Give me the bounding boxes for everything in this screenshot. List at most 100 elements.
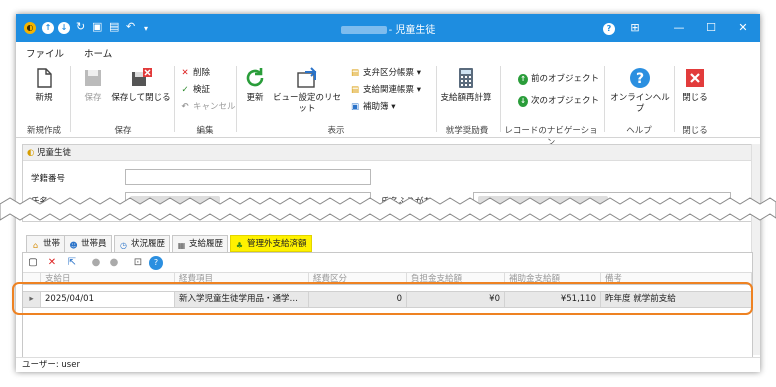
tab-household[interactable]: ⌂ 世帯 (26, 235, 66, 252)
torn-break-divider (0, 197, 776, 221)
cancel-button[interactable]: ↶ キャンセル (180, 102, 236, 113)
refresh-label: 更新 (246, 93, 264, 103)
group-separator (70, 66, 71, 132)
help-circle-icon: ? (630, 68, 650, 88)
close-ribbon-button[interactable]: 閉じる (680, 66, 710, 104)
refresh-button[interactable]: 更新 (242, 66, 268, 104)
people-icon: ☻ (69, 241, 78, 250)
grid-search-icon[interactable]: ⊡ (131, 256, 145, 270)
close-ribbon-label: 閉じる (682, 93, 708, 103)
panel-header: ◐ 児童生徒 (23, 145, 752, 161)
home-icon: ⌂ (32, 241, 39, 250)
ledger-icon: ▦ (177, 241, 186, 250)
help-icon: ? (603, 23, 615, 35)
save-button[interactable]: 保存 (80, 66, 106, 104)
status-user: ユーザー: user (22, 360, 80, 370)
next-object-button[interactable]: ↓ 次のオブジェクト (518, 96, 599, 107)
prev-arrow-icon: ↑ (518, 74, 528, 85)
payment-category-form-button[interactable]: ▤ 支弁区分帳票 ▾ (350, 68, 421, 79)
verify-button[interactable]: ✓ 検証 (180, 85, 210, 96)
next-arrow-icon: ↓ (518, 96, 528, 107)
group-separator (436, 66, 437, 132)
delete-button[interactable]: ✕ 削除 (180, 68, 210, 79)
pin-button[interactable]: ⊞ (620, 14, 650, 42)
new-button[interactable]: 新規 (30, 66, 58, 104)
save-close-label: 保存して閉じる (111, 93, 171, 103)
save-icon (85, 70, 101, 86)
ribbon: 新規 保存 保存して閉じる ✕ 削除 ✓ 検証 ↶ キャンセル 更新 ビュー設定のリセ… (16, 60, 760, 148)
cancel-arrow-icon: ↶ (181, 102, 189, 112)
grid-up-icon[interactable]: ● (89, 256, 103, 270)
next-object-label: 次のオブジェクト (531, 96, 600, 106)
group-close-label: 閉じる (682, 126, 708, 136)
recalc-amount-button[interactable]: 支給額再計算 (438, 66, 494, 104)
grid-link-icon[interactable]: ⇱ (65, 256, 79, 270)
group-help-label: ヘルプ (626, 126, 652, 136)
group-separator (604, 66, 605, 132)
student-number-field[interactable] (125, 169, 371, 185)
title-bar: ◐ ↑ ↓ ↻ ▣ ▤ ↶ ▾ - 児童生徒 ? ⊞ — ☐ ✕ (16, 14, 760, 42)
menu-bar: ファイル ホーム (16, 42, 760, 63)
book-icon: ▣ (350, 102, 360, 112)
save-label: 保存 (84, 93, 102, 103)
group-create-label: 新規作成 (26, 126, 61, 136)
title-redacted (340, 26, 387, 34)
supplement-book-label: 補助簿 (363, 102, 389, 112)
save-close-button[interactable]: 保存して閉じる (110, 66, 172, 104)
close-window-button[interactable]: ✕ (728, 14, 758, 42)
delete-icon: ✕ (181, 68, 189, 78)
view-reset-button[interactable]: ビュー設定のリセット (270, 66, 344, 115)
recalc-amount-label: 支給額再計算 (440, 93, 492, 103)
group-edit-label: 編集 (196, 126, 214, 136)
form-icon: ▤ (350, 85, 360, 95)
payment-category-form-label: 支弁区分帳票 (363, 68, 415, 78)
tab-household-label: 世帯 (43, 239, 61, 249)
group-separator (674, 66, 675, 132)
panel-header-icon: ◐ (27, 148, 35, 158)
maximize-button[interactable]: ☐ (696, 14, 726, 42)
grid-new-icon[interactable]: ▢ (26, 256, 40, 270)
tab-payment-history-label: 支給履歴 (189, 239, 224, 249)
grid-down-icon[interactable]: ● (107, 256, 121, 270)
online-help-button[interactable]: ? オンラインヘルプ (610, 66, 670, 115)
view-reset-label: ビュー設定のリセット (272, 93, 341, 114)
group-separator (500, 66, 501, 132)
tab-external-paid-amount[interactable]: ♣ 管理外支給済額 (230, 235, 312, 252)
menu-file[interactable]: ファイル (26, 46, 64, 60)
tab-payment-history[interactable]: ▦ 支給履歴 (172, 235, 229, 252)
grid-delete-icon[interactable]: ✕ (45, 256, 59, 270)
tab-household-members-label: 世帯員 (81, 239, 107, 249)
grid-toolbar: ▢ ✕ ⇱ ● ● ⊡ ? (23, 253, 752, 273)
group-save-label: 保存 (114, 126, 132, 136)
payment-related-form-label: 支給関連帳票 (363, 85, 415, 95)
supplement-book-button[interactable]: ▣ 補助簿 ▾ (350, 102, 396, 113)
prev-object-button[interactable]: ↑ 前のオブジェクト (518, 74, 599, 85)
new-document-icon (37, 68, 52, 88)
student-number-label: 学籍番号 (31, 174, 66, 184)
clock-icon: ◷ (120, 241, 127, 250)
tab-household-members[interactable]: ☻ 世帯員 (64, 235, 112, 252)
check-icon: ✓ (181, 85, 189, 95)
online-help-label: オンラインヘルプ (610, 93, 670, 114)
refresh-ribbon-icon (246, 68, 264, 87)
form-icon: ▤ (350, 68, 360, 78)
grid-help-icon[interactable]: ? (149, 256, 163, 270)
tab-external-paid-amount-label: 管理外支給済額 (247, 239, 307, 249)
money-icon: ♣ (235, 241, 244, 250)
group-aid-label: 就学奨励費 (445, 126, 489, 136)
svg-text:?: ? (636, 71, 644, 87)
payment-related-form-button[interactable]: ▤ 支給関連帳票 ▾ (350, 85, 421, 96)
group-separator (236, 66, 237, 132)
group-display-label: 表示 (327, 126, 345, 136)
row-highlight-overlay (12, 282, 753, 315)
status-bar: ユーザー: user (16, 357, 760, 372)
close-red-icon (686, 69, 704, 87)
new-label: 新規 (35, 93, 53, 103)
group-separator (174, 66, 175, 132)
view-reset-icon (297, 67, 317, 88)
app-window: ◐ ↑ ↓ ↻ ▣ ▤ ↶ ▾ - 児童生徒 ? ⊞ — ☐ ✕ ファイル ホー… (16, 14, 760, 372)
minimize-button[interactable]: — (664, 14, 694, 42)
calculator-icon (459, 68, 473, 88)
cancel-label: キャンセル (193, 102, 236, 112)
tab-status-history[interactable]: ◷ 状況履歴 (114, 235, 171, 252)
